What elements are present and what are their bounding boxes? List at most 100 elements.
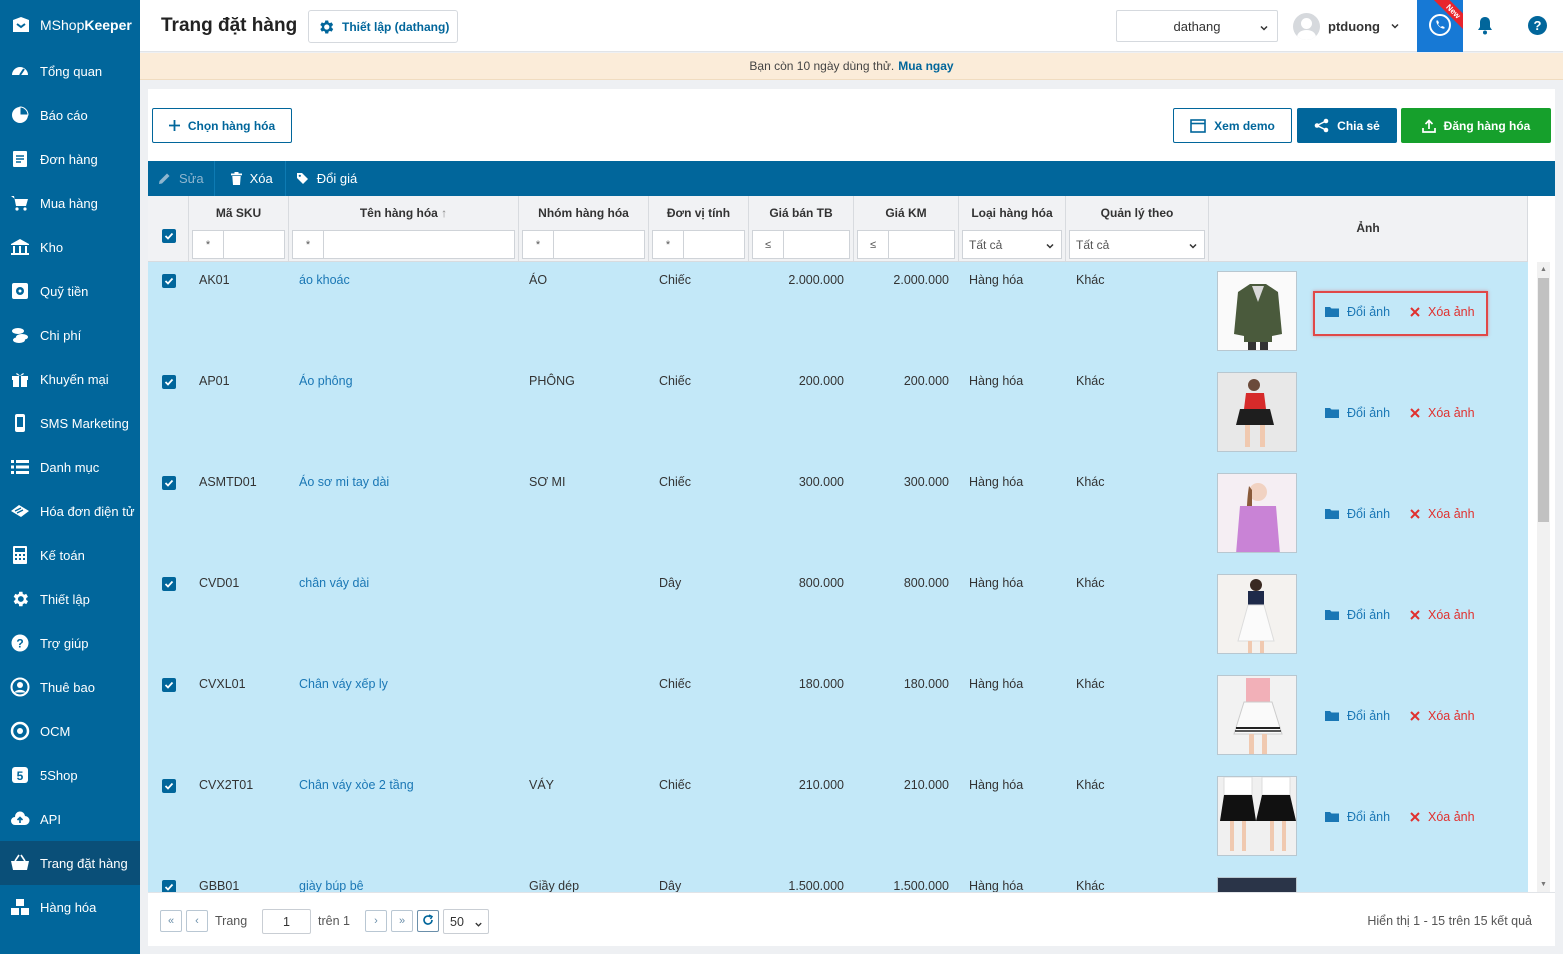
change-price-button[interactable]: Đổi giá	[286, 161, 367, 196]
scrollbar-thumb[interactable]	[1538, 278, 1549, 522]
sku-filter-input[interactable]	[224, 230, 285, 259]
sidebar-item-7[interactable]: Chi phí	[0, 313, 140, 357]
sidebar-item-6[interactable]: Quỹ tiền	[0, 269, 140, 313]
sidebar-item-8[interactable]: Khuyến mại	[0, 357, 140, 401]
type-filter-select[interactable]: Tất cả	[962, 230, 1062, 259]
unit-filter-input[interactable]	[684, 230, 745, 259]
sidebar-item-5[interactable]: Kho	[0, 225, 140, 269]
row-checkbox[interactable]	[162, 779, 176, 793]
sidebar-item-2[interactable]: Báo cáo	[0, 93, 140, 137]
choose-goods-button[interactable]: Chọn hàng hóa	[152, 108, 292, 143]
name-filter-operator[interactable]: *	[292, 230, 324, 259]
sidebar-item-16[interactable]: OCM	[0, 709, 140, 753]
delete-image-button[interactable]: Xóa ảnh	[1410, 507, 1475, 521]
name-filter-input[interactable]	[324, 230, 515, 259]
change-image-button[interactable]: Đổi ảnh	[1325, 507, 1390, 521]
sidebar-item-15[interactable]: Thuê bao	[0, 665, 140, 709]
cell-name[interactable]: áo khoác	[299, 273, 350, 287]
table-row[interactable]: AK01 áo khoác ÁO Chiếc 2.000.000 2.000.000 Hàn…	[148, 262, 1528, 363]
page-size-select[interactable]: 50	[443, 909, 489, 934]
sidebar-item-11[interactable]: Hóa đơn điện tử	[0, 489, 140, 533]
bell-icon[interactable]	[1476, 16, 1494, 39]
table-row[interactable]: CVD01 chân váy dài Dây 800.000 800.000 Hàng h…	[148, 565, 1528, 666]
first-page-button[interactable]: «	[160, 910, 182, 932]
column-name-label[interactable]: Tên hàng hóa	[360, 206, 438, 220]
sidebar-item-12[interactable]: Kế toán	[0, 533, 140, 577]
column-manage-label[interactable]: Quản lý theo	[1066, 206, 1208, 220]
sidebar-item-4[interactable]: Mua hàng	[0, 181, 140, 225]
column-type-label[interactable]: Loại hàng hóa	[959, 206, 1065, 220]
cell-name[interactable]: Áo sơ mi tay dài	[299, 475, 389, 489]
sidebar-item-13[interactable]: Thiết lập	[0, 577, 140, 621]
table-row[interactable]: CVXL01 Chân váy xếp ly Chiếc 180.000 180.000…	[148, 666, 1528, 767]
table-row[interactable]: GBB01 giày búp bê Giầy dép Dây 1.500.000 1.50…	[148, 868, 1528, 892]
promo-filter-input[interactable]	[889, 230, 955, 259]
price-filter-input[interactable]	[784, 230, 850, 259]
sidebar-item-18[interactable]: API	[0, 797, 140, 841]
buy-now-link[interactable]: Mua ngay	[898, 59, 953, 73]
sidebar-item-20[interactable]: Hàng hóa	[0, 885, 140, 929]
delete-image-button[interactable]: Xóa ảnh	[1410, 709, 1475, 723]
refresh-button[interactable]	[417, 910, 439, 932]
row-checkbox[interactable]	[162, 678, 176, 692]
user-menu[interactable]: ptduong	[1293, 12, 1400, 40]
delete-image-button[interactable]: Xóa ảnh	[1410, 406, 1475, 420]
store-select[interactable]: dathang	[1116, 10, 1278, 42]
change-image-button[interactable]: Đổi ảnh	[1325, 608, 1390, 622]
select-all-checkbox[interactable]	[162, 229, 176, 243]
table-row[interactable]: AP01 Áo phông PHÔNG Chiếc 200.000 200.000 Hàng…	[148, 363, 1528, 464]
help-icon[interactable]: ?	[1528, 16, 1547, 35]
row-checkbox[interactable]	[162, 375, 176, 389]
publish-goods-button[interactable]: Đăng hàng hóa	[1401, 108, 1551, 143]
table-row[interactable]: ASMTD01 Áo sơ mi tay dài SƠ MI Chiếc 300.000…	[148, 464, 1528, 565]
change-image-button[interactable]: Đổi ảnh	[1325, 406, 1390, 420]
delete-button[interactable]: Xóa	[215, 161, 286, 196]
page-input[interactable]: 1	[262, 909, 311, 934]
sku-filter-operator[interactable]: *	[192, 230, 224, 259]
sidebar-item-14[interactable]: ? Trợ giúp	[0, 621, 140, 665]
prev-page-button[interactable]: ‹	[186, 910, 208, 932]
unit-filter-operator[interactable]: *	[652, 230, 684, 259]
cell-name[interactable]: Chân váy xòe 2 tầng	[299, 778, 414, 792]
promo-filter-operator[interactable]: ≤	[857, 230, 889, 259]
change-image-button[interactable]: Đổi ảnh	[1325, 810, 1390, 824]
sidebar-item-17[interactable]: 5 5Shop	[0, 753, 140, 797]
scroll-up-icon[interactable]: ▲	[1540, 266, 1547, 273]
cell-name[interactable]: giày búp bê	[299, 879, 364, 892]
row-checkbox[interactable]	[162, 577, 176, 591]
column-price-label[interactable]: Giá bán TB	[749, 206, 853, 220]
sidebar-item-1[interactable]: Tổng quan	[0, 49, 140, 93]
sidebar-item-10[interactable]: Danh mục	[0, 445, 140, 489]
edit-button[interactable]: Sửa	[148, 161, 215, 196]
delete-image-button[interactable]: Xóa ảnh	[1410, 608, 1475, 622]
column-group-label[interactable]: Nhóm hàng hóa	[519, 206, 648, 220]
delete-image-button[interactable]: Xóa ảnh	[1410, 810, 1475, 824]
brand[interactable]: MShop Keeper	[0, 0, 140, 50]
next-page-button[interactable]: ›	[365, 910, 387, 932]
sidebar-item-19[interactable]: Trang đặt hàng	[0, 841, 140, 885]
sidebar-item-3[interactable]: Đơn hàng	[0, 137, 140, 181]
row-checkbox[interactable]	[162, 476, 176, 490]
call-button[interactable]: New	[1417, 0, 1463, 52]
group-filter-operator[interactable]: *	[522, 230, 554, 259]
table-row[interactable]: CVX2T01 Chân váy xòe 2 tầng VÁY Chiếc 210.00…	[148, 767, 1528, 868]
share-button[interactable]: Chia sẻ	[1297, 108, 1397, 143]
change-image-button[interactable]: Đổi ảnh	[1325, 305, 1390, 319]
view-demo-button[interactable]: Xem demo	[1173, 108, 1292, 143]
price-filter-operator[interactable]: ≤	[752, 230, 784, 259]
scroll-down-icon[interactable]: ▼	[1540, 881, 1547, 888]
column-promo-label[interactable]: Giá KM	[854, 206, 958, 220]
sidebar-item-9[interactable]: SMS Marketing	[0, 401, 140, 445]
row-checkbox[interactable]	[162, 880, 176, 892]
delete-image-button[interactable]: Xóa ảnh	[1410, 305, 1475, 319]
cell-name[interactable]: Chân váy xếp ly	[299, 677, 388, 691]
group-filter-input[interactable]	[554, 230, 645, 259]
vertical-scrollbar[interactable]: ▲ ▼	[1537, 262, 1550, 892]
setup-button[interactable]: Thiết lập (dathang)	[308, 10, 458, 43]
manage-filter-select[interactable]: Tất cả	[1069, 230, 1205, 259]
column-unit-label[interactable]: Đơn vị tính	[649, 206, 748, 220]
column-sku-label[interactable]: Mã SKU	[189, 206, 288, 220]
last-page-button[interactable]: »	[391, 910, 413, 932]
cell-name[interactable]: chân váy dài	[299, 576, 369, 590]
change-image-button[interactable]: Đổi ảnh	[1325, 709, 1390, 723]
